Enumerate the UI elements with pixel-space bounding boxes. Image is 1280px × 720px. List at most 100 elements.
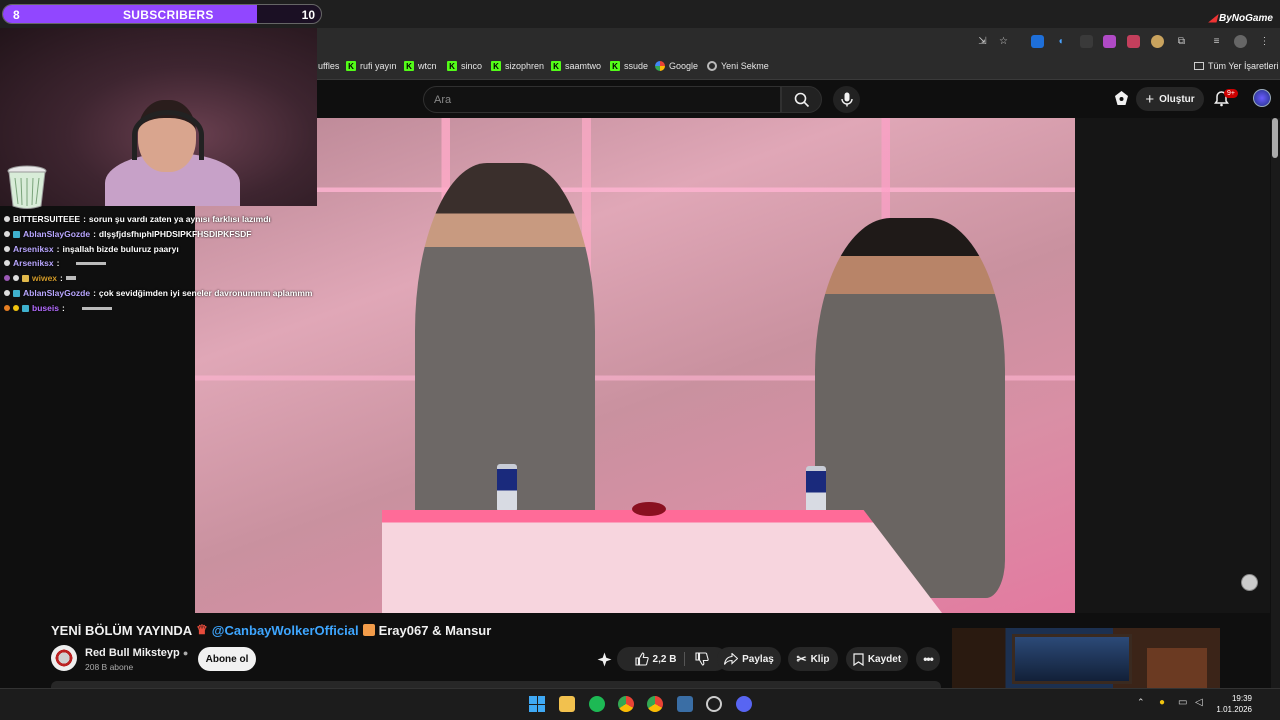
extension-icon[interactable] bbox=[1151, 35, 1164, 48]
media-control-icon[interactable]: ≡ bbox=[1210, 35, 1223, 48]
all-bookmarks-label: Tüm Yer İşaretleri bbox=[1208, 61, 1279, 71]
chat-badge-icon bbox=[22, 304, 29, 312]
thumbs-up-icon bbox=[634, 652, 649, 666]
thumbnail-fireplace bbox=[1147, 648, 1207, 690]
video-title-mention-link[interactable]: @CanbayWolkerOfficial bbox=[212, 623, 359, 638]
bookmark-item[interactable]: uffles bbox=[318, 61, 339, 71]
channel-avatar[interactable] bbox=[51, 645, 77, 671]
all-bookmarks[interactable]: Tüm Yer İşaretleri bbox=[1194, 61, 1279, 71]
share-icon bbox=[724, 653, 739, 665]
chat-badge-icon bbox=[13, 305, 19, 311]
app-icon[interactable] bbox=[706, 696, 722, 712]
save-button[interactable]: Kaydet bbox=[846, 647, 908, 671]
chat-badge-icon bbox=[4, 275, 10, 281]
browser-menu-icon[interactable]: ⋮ bbox=[1258, 35, 1271, 48]
video-desk bbox=[382, 510, 942, 613]
create-label: Oluştur bbox=[1159, 93, 1195, 105]
search-icon bbox=[794, 92, 809, 107]
bookmark-item[interactable]: Yeni Sekme bbox=[707, 61, 769, 71]
chat-text: dlşşfjdsfhıphlPHDSIPKFHSDIPKFSDF bbox=[98, 229, 252, 239]
folder-icon bbox=[1194, 62, 1204, 70]
kick-icon: K bbox=[346, 61, 356, 71]
chrome-icon[interactable] bbox=[618, 696, 634, 712]
chat-message: AblanSlayGozde: çok sevidğimden iyi sene… bbox=[4, 288, 312, 298]
share-label: Paylaş bbox=[742, 653, 774, 665]
clip-button[interactable]: ✂ Klip bbox=[788, 647, 838, 671]
chat-text: çok sevidğimden iyi seneler davronummm a… bbox=[98, 288, 313, 298]
file-explorer-icon[interactable] bbox=[559, 696, 575, 712]
install-app-icon[interactable]: ⇲ bbox=[976, 35, 989, 48]
chat-username: BITTERSUITEEE bbox=[13, 214, 81, 224]
search-placeholder: Ara bbox=[434, 94, 452, 106]
chat-badge-icon bbox=[13, 289, 20, 297]
system-clock[interactable]: 19:39 1.01.2026 bbox=[1212, 693, 1252, 715]
start-button[interactable] bbox=[529, 696, 545, 712]
microphone-tray-icon[interactable]: ● bbox=[1159, 697, 1165, 708]
bookmark-item[interactable]: Ksizophren bbox=[491, 61, 544, 71]
bookmark-item[interactable]: Ksaamtwo bbox=[551, 61, 601, 71]
subscriber-goal-bar: 8 SUBSCRIBERS 10 bbox=[2, 4, 322, 24]
network-icon[interactable]: ▭ bbox=[1178, 697, 1187, 708]
extensions-puzzle-icon[interactable]: ⧉ bbox=[1175, 35, 1188, 48]
page-scrollbar[interactable] bbox=[1271, 118, 1280, 688]
profile-icon[interactable] bbox=[1234, 35, 1247, 48]
clock-time: 19:39 bbox=[1231, 694, 1252, 703]
tray-overflow-icon[interactable]: ⌃ bbox=[1137, 697, 1145, 708]
dislike-button[interactable] bbox=[689, 652, 710, 666]
share-button[interactable]: Paylaş bbox=[717, 647, 781, 671]
subscriber-goal-label: SUBSCRIBERS bbox=[123, 8, 214, 22]
extension-icon[interactable] bbox=[1031, 35, 1044, 48]
voice-search-button[interactable] bbox=[833, 86, 860, 113]
clip-label: Klip bbox=[810, 653, 830, 665]
channel-name-text: Red Bull Miksteyp bbox=[85, 647, 180, 659]
bookmark-item[interactable]: Google bbox=[655, 61, 698, 71]
app-icon[interactable] bbox=[677, 696, 693, 712]
scrollbar-thumb[interactable] bbox=[1272, 118, 1278, 158]
extension-icon[interactable] bbox=[1103, 35, 1116, 48]
buzzer-button bbox=[632, 502, 666, 516]
chat-badge-icon bbox=[4, 216, 10, 222]
channel-watermark[interactable] bbox=[1241, 574, 1258, 591]
chat-emote-icon bbox=[81, 306, 112, 310]
notification-count-badge: 9+ bbox=[1224, 89, 1238, 98]
video-title: YENİ BÖLÜM YAYINDA ♛ @CanbayWolkerOffici… bbox=[51, 622, 491, 638]
bookmark-label: rufi yayın bbox=[360, 61, 397, 71]
chat-badge-icon bbox=[4, 290, 10, 296]
video-frame[interactable] bbox=[195, 118, 1075, 613]
volume-icon[interactable]: ◁ bbox=[1195, 697, 1203, 708]
chat-badge-icon bbox=[4, 305, 10, 311]
games-button[interactable] bbox=[1113, 90, 1130, 107]
extension-icon[interactable] bbox=[1127, 35, 1140, 48]
chat-username: Arseniksx bbox=[13, 244, 54, 254]
bookmark-star-icon[interactable]: ☆ bbox=[997, 35, 1010, 48]
chrome-profile-icon[interactable] bbox=[647, 696, 663, 712]
create-button[interactable]: + Oluştur bbox=[1136, 87, 1204, 111]
channel-name[interactable]: Red Bull Miksteyp ● bbox=[85, 647, 188, 659]
more-actions-button[interactable]: ••• bbox=[916, 647, 940, 671]
recommended-video-thumbnail[interactable] bbox=[952, 628, 1220, 690]
bookmark-item[interactable]: Kssude bbox=[610, 61, 648, 71]
search-button[interactable] bbox=[781, 86, 822, 113]
extension-icon[interactable] bbox=[1080, 35, 1093, 48]
like-button[interactable]: 2,2 B bbox=[634, 652, 686, 666]
ask-ai-button[interactable] bbox=[597, 652, 612, 667]
bookmark-item[interactable]: Krufi yayın bbox=[346, 61, 397, 71]
extension-audio-icon[interactable]: ◖ bbox=[1054, 35, 1067, 48]
bookmark-label: Google bbox=[669, 61, 699, 71]
discord-icon[interactable] bbox=[736, 696, 752, 712]
account-avatar[interactable] bbox=[1253, 89, 1271, 107]
subscriber-goal-target: 10 bbox=[301, 8, 315, 22]
subscriber-count: 8 bbox=[13, 8, 20, 22]
scissors-icon: ✂ bbox=[796, 652, 807, 666]
energy-drink-can bbox=[806, 466, 826, 514]
kick-icon: K bbox=[610, 61, 620, 71]
spotify-icon[interactable] bbox=[589, 696, 605, 712]
search-input[interactable]: Ara bbox=[423, 86, 781, 113]
subscribe-label: Abone ol bbox=[205, 653, 249, 665]
bookmark-item[interactable]: Kwtcn bbox=[404, 61, 437, 71]
more-icon: ••• bbox=[923, 652, 934, 666]
headphones bbox=[132, 110, 204, 160]
thumbs-down-icon bbox=[695, 652, 710, 666]
subscribe-button[interactable]: Abone ol bbox=[198, 647, 256, 671]
bookmark-item[interactable]: Ksinco bbox=[447, 61, 482, 71]
